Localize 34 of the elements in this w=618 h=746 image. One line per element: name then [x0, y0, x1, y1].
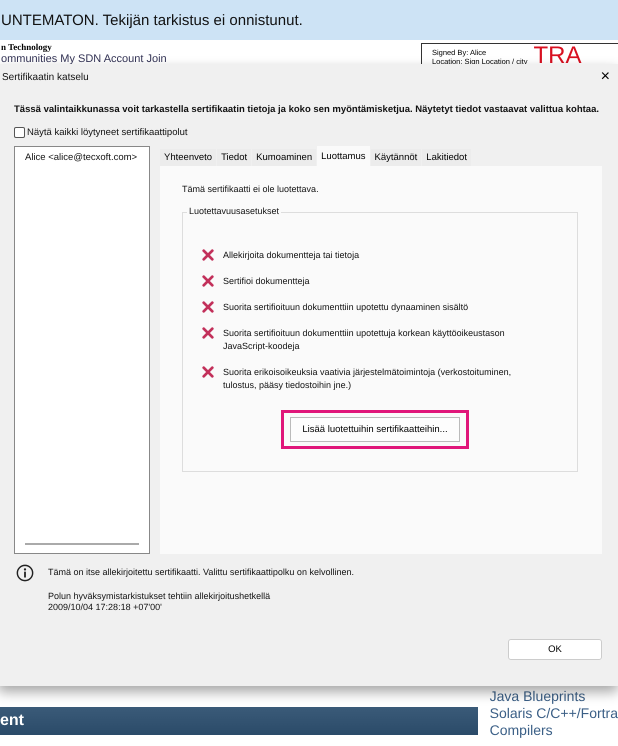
validation-note: Polun hyväksymistarkistukset tehtiin allekirjoitushetkellä [48, 591, 272, 602]
tab[interactable]: Lakitiedot [422, 149, 471, 166]
info-icon [16, 564, 34, 582]
group-title: Luotettavuusasetukset [187, 206, 282, 216]
tab[interactable]: Kumoaminen [252, 149, 316, 166]
site-name: n Technology [1, 42, 53, 53]
scrollbar[interactable] [25, 543, 139, 545]
trust-status-text: Tämä sertifikaatti ei ole luotettava. [182, 184, 320, 194]
permission-text: Suorita sertifioituun dokumenttiin upotettu dynaaminen sisältö [223, 301, 470, 314]
tab[interactable]: Luottamus [317, 146, 370, 166]
tab[interactable]: Käytännöt [370, 149, 422, 166]
checkbox[interactable] [14, 127, 25, 138]
permission-text: Allekirjoita dokumentteja tai tietoja [223, 249, 360, 262]
dialog-title: Sertifikaatin katselu [2, 72, 89, 82]
permission-text: Sertifioi dokumentteja [223, 275, 311, 288]
permission-text: Suorita erikoisoikeuksia vaativia järjestelmätoimintoja (verkostoituminen, tulostus, pääsy tiedostoihin jne.) [223, 366, 512, 392]
close-button[interactable]: × [596, 68, 614, 86]
section-title: ent [0, 712, 24, 730]
timestamp-text: 2009/10/04 17:28:18 +07'00' [48, 602, 163, 613]
sidebar-link[interactable]: Solaris C/C++/Fortra [490, 705, 618, 722]
tab[interactable]: Yhteenveto [160, 149, 216, 166]
sidebar-link[interactable]: Java Blueprints [490, 688, 618, 705]
stamp-text: TRA [533, 44, 582, 68]
notification-text: UNTEMATON. Tekijän tarkistus ei onnistunut. [1, 12, 303, 28]
checkbox-label[interactable]: Näytä kaikki löytyneet sertifikaattipolut [27, 127, 188, 138]
sidebar-link[interactable]: Compilers [490, 722, 618, 739]
tab[interactable]: Tiedot [217, 149, 252, 166]
permission-text: Suorita sertifioituun dokumenttiin upotettuja korkean käyttöoikeustason JavaScript-koodeja [223, 327, 506, 353]
ok-button[interactable]: OK [508, 639, 602, 660]
add-trusted-button[interactable]: Lisää luotettuihin sertifikaatteihin... [290, 417, 460, 442]
info-message: Tämä on itse allekirjoitettu sertifikaatti. Valittu sertifikaattipolku on kelvollinen. [48, 567, 354, 578]
description-text: Tässä valintaikkunassa voit tarkastella sertifikaatin tietoja ja koko sen myöntämisketjua. Näytetyt tiedot vastaavat valittua kohtaa. [14, 104, 600, 116]
certificate-item[interactable]: Alice <alice@tecxoft.com> [15, 147, 149, 163]
nav-links[interactable]: ommunities My SDN Account Join [1, 53, 167, 66]
